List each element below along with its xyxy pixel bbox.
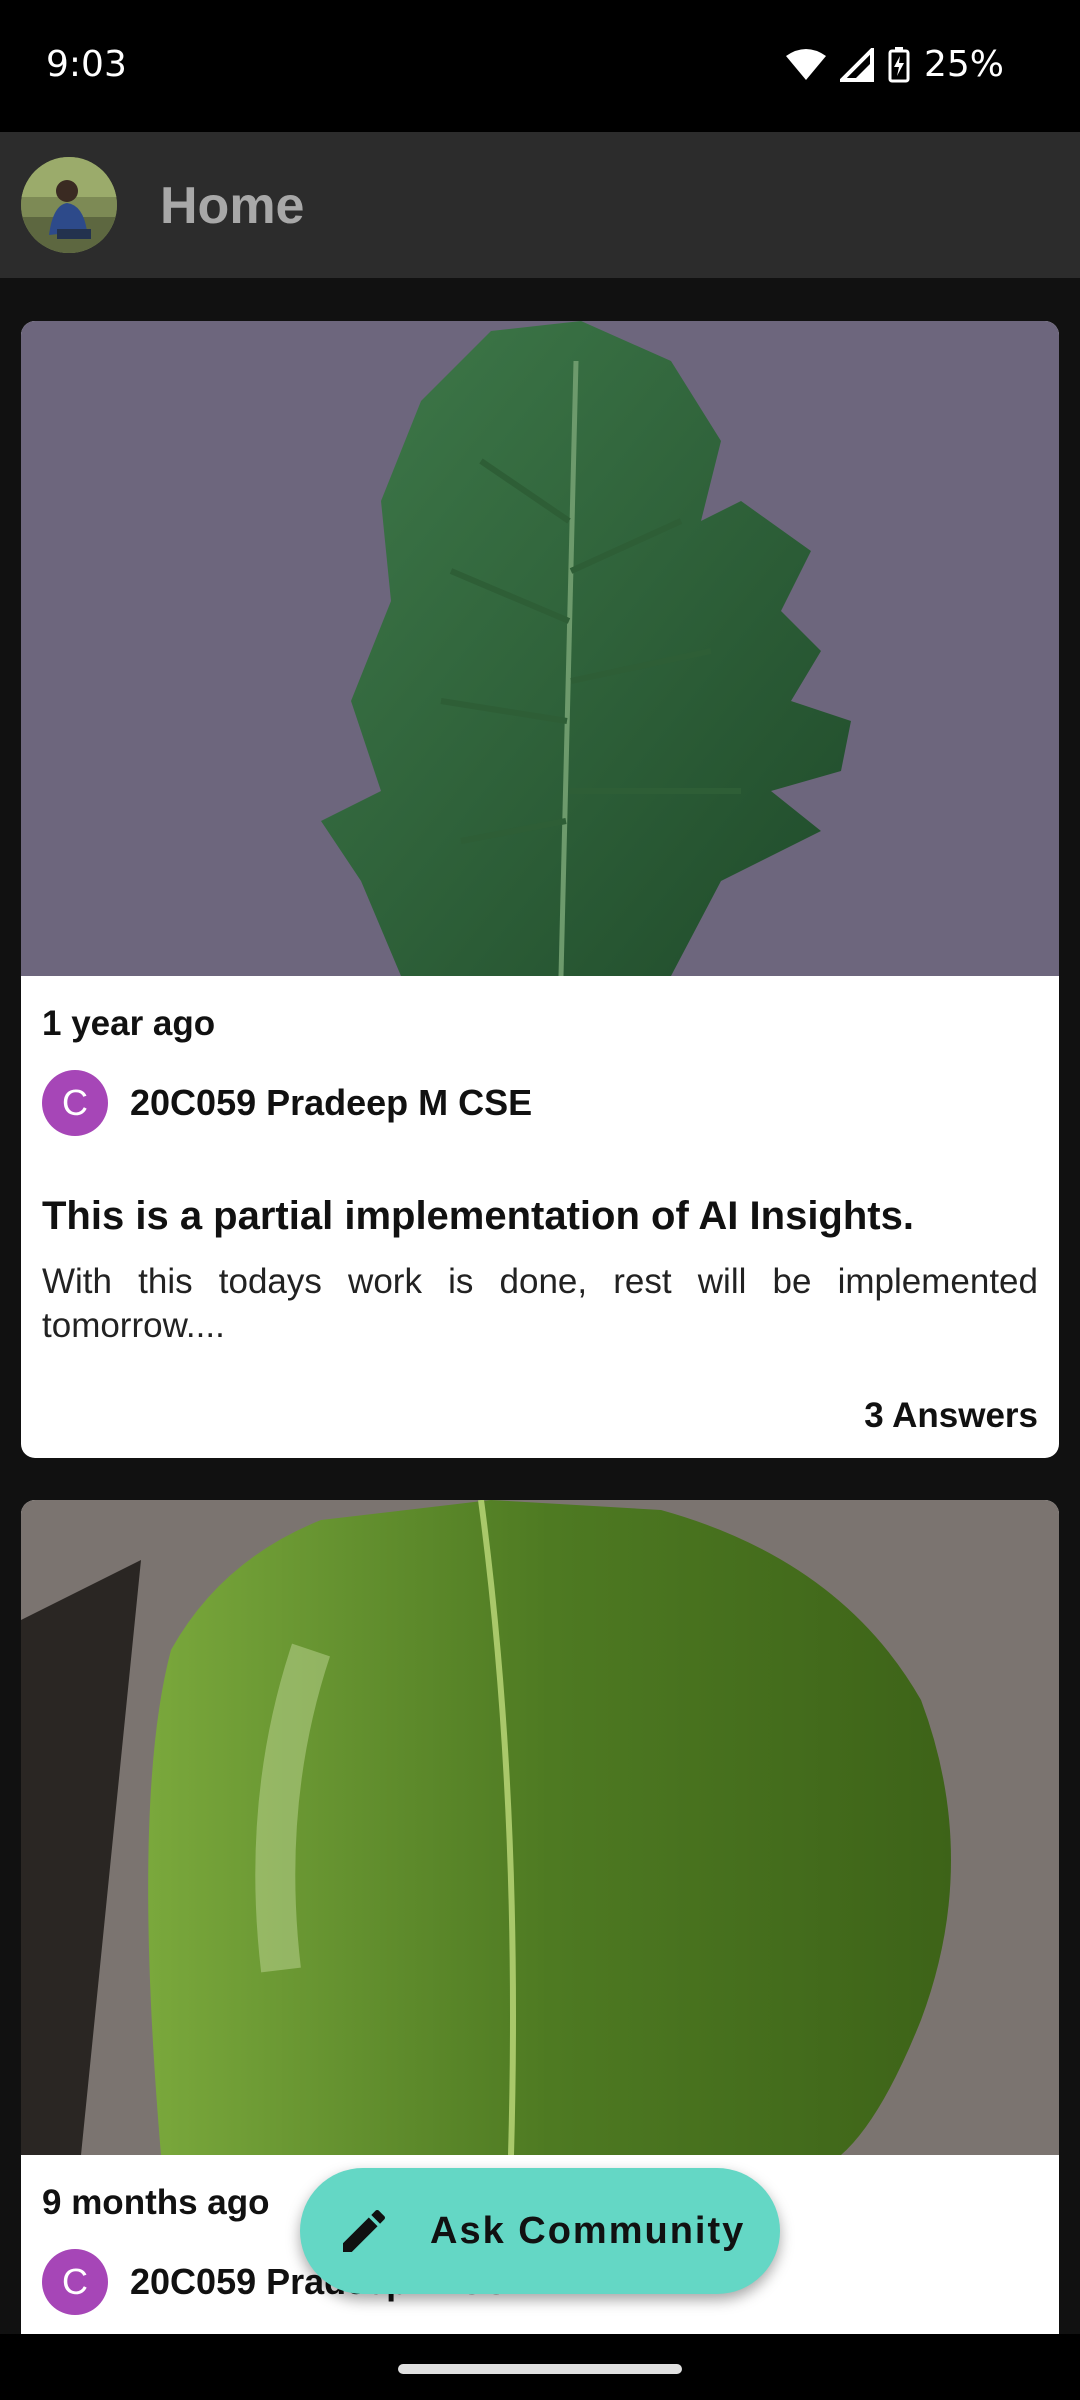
- home-gesture-handle[interactable]: [398, 2364, 682, 2374]
- author-row: C 20C059 Pradeep M CSE: [42, 1070, 532, 1136]
- ask-community-label: Ask Community: [430, 2209, 746, 2252]
- app-bar: Home: [0, 132, 1080, 278]
- author-avatar: C: [42, 1070, 108, 1136]
- post-title: This is a partial implementation of AI I…: [42, 1194, 914, 1238]
- avatar-photo: [21, 157, 117, 253]
- navigation-bar: [0, 2334, 1080, 2400]
- wifi-icon: [785, 48, 826, 80]
- post-card[interactable]: 1 year ago C 20C059 Pradeep M CSE This i…: [21, 321, 1059, 1458]
- post-time: 1 year ago: [42, 1004, 216, 1043]
- page-title: Home: [160, 177, 305, 235]
- battery-percent: 25%: [923, 44, 1004, 85]
- status-bar: 9:03 25%: [0, 0, 1080, 132]
- ask-community-button[interactable]: Ask Community: [300, 2168, 780, 2294]
- post-image: [21, 1500, 1059, 2155]
- author-avatar: C: [42, 2249, 108, 2315]
- post-description: With this todays work is done, rest will…: [42, 1262, 1038, 1345]
- post-image: [21, 321, 1059, 976]
- post-time: 9 months ago: [42, 2183, 270, 2222]
- cell-signal-icon: [839, 47, 874, 82]
- status-icons: 25%: [785, 44, 1004, 85]
- answers-count[interactable]: 3 Answers: [864, 1396, 1038, 1436]
- battery-charging-icon: [888, 46, 910, 82]
- pencil-icon: [343, 2209, 386, 2252]
- status-time: 9:03: [46, 44, 127, 85]
- profile-avatar[interactable]: [21, 157, 117, 253]
- author-name: 20C059 Pradeep M CSE: [130, 1082, 533, 1123]
